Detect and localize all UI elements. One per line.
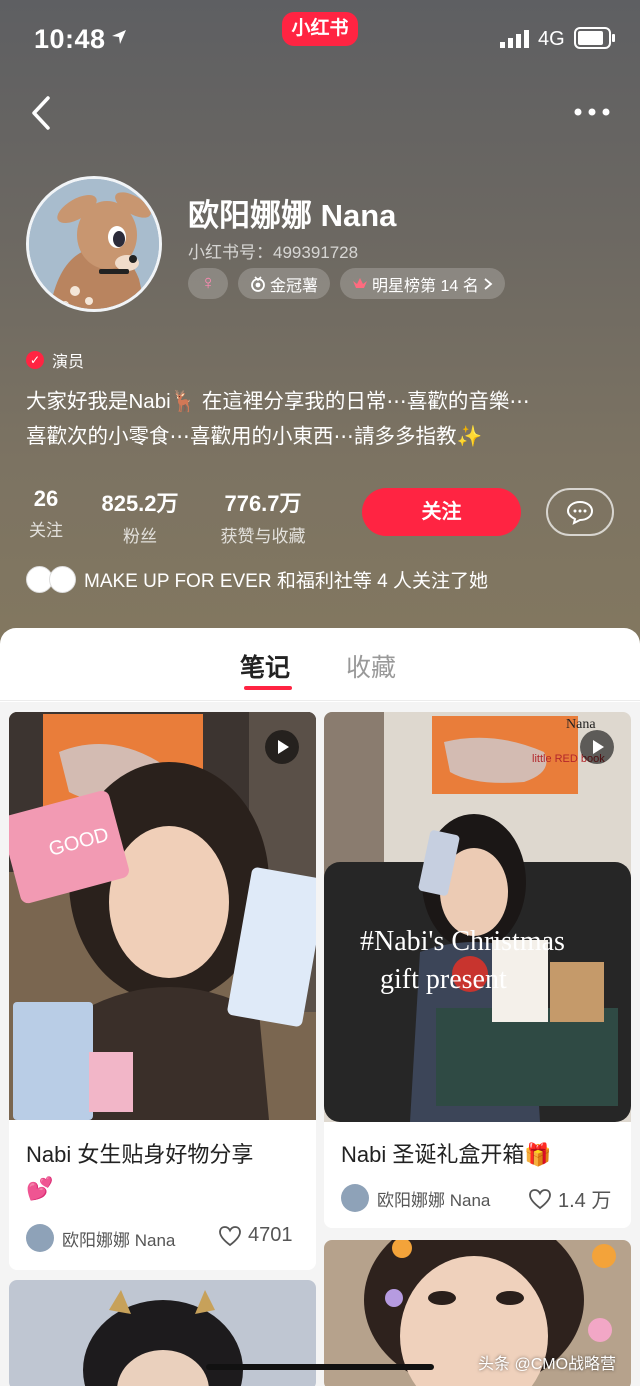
note-likes[interactable]: 4701 xyxy=(218,1224,293,1247)
more-options-icon[interactable] xyxy=(572,104,612,120)
chat-bubble-icon xyxy=(566,500,594,525)
author-name: 欧阳娜娜 Nana xyxy=(377,1190,491,1210)
star-rank-label: 明星榜第 14 名 xyxy=(372,277,479,295)
verified-role: 演员 xyxy=(52,354,85,371)
note-title: Nabi 圣诞礼盒开箱🎁 xyxy=(341,1142,552,1167)
verification-label: ✓ 演员 xyxy=(26,348,84,372)
app-logo-badge: 小红书 xyxy=(282,12,358,46)
cellular-signal-icon xyxy=(500,30,529,48)
note-cover-image: #Nabi's Christmas gift present Nana litt… xyxy=(324,712,631,1122)
fulishe-logo xyxy=(49,566,76,593)
video-play-icon xyxy=(265,730,299,764)
bio-line: 大家好我是Nabi🦌 在這裡分享我的日常⋯喜歡的音樂⋯ xyxy=(26,390,530,413)
author-name: 欧阳娜娜 Nana xyxy=(62,1230,176,1250)
mutual-followers[interactable]: MAKE UP FOR EVER 和福利社等 4 人关注了她 xyxy=(26,566,488,593)
note-cover-image xyxy=(9,1280,316,1386)
note-card[interactable]: GOOD Nabi 女生贴身好物分享 💕 欧阳娜娜 Nana 4701 xyxy=(9,712,316,1270)
likes-stat[interactable]: 776.7万 获赞与收藏 xyxy=(212,486,314,547)
tab-notes[interactable]: 笔记 xyxy=(240,648,290,684)
fans-stat[interactable]: 825.2万 粉丝 xyxy=(92,486,188,547)
profile-tags: ♀ 金冠薯 明星榜第 14 名 xyxy=(188,268,505,299)
profile-header-background xyxy=(0,0,640,660)
profile-name: 欧阳娜娜 Nana xyxy=(188,198,397,233)
author-avatar xyxy=(26,1224,54,1252)
note-cover-caption: gift present xyxy=(380,964,507,995)
follow-button[interactable]: 关注 xyxy=(362,488,521,536)
network-type: 4G xyxy=(538,28,565,50)
note-author[interactable]: 欧阳娜娜 Nana xyxy=(341,1184,490,1212)
note-card[interactable] xyxy=(9,1280,316,1386)
fans-count: 825.2万 xyxy=(101,491,179,516)
note-card[interactable]: #Nabi's Christmas gift present Nana litt… xyxy=(324,712,631,1228)
crown-icon xyxy=(353,277,368,288)
profile-bio: 大家好我是Nabi🦌 在這裡分享我的日常⋯喜歡的音樂⋯ 喜歡次的小零食⋯喜歡用的… xyxy=(26,384,616,454)
bio-line: 喜歡次的小零食⋯喜歡用的小東西⋯請多多指教✨ xyxy=(26,425,483,448)
female-icon: ♀ xyxy=(200,272,216,294)
likes-label: 获赞与收藏 xyxy=(220,527,306,546)
watermark: 头条 @CMO战略营 xyxy=(478,1356,617,1373)
note-cover-image: GOOD xyxy=(9,712,316,1120)
red-id: 小红书号：499391728 xyxy=(188,243,359,262)
home-indicator xyxy=(206,1364,434,1370)
note-title-line: 💕 xyxy=(26,1176,54,1201)
battery-icon xyxy=(574,27,615,49)
profile-avatar[interactable] xyxy=(26,176,162,312)
note-author[interactable]: 欧阳娜娜 Nana xyxy=(26,1224,175,1252)
crown-level-label: 金冠薯 xyxy=(270,277,319,295)
message-button[interactable] xyxy=(546,488,614,536)
star-rank-tag[interactable]: 明星榜第 14 名 xyxy=(340,268,505,299)
likes-count: 1.4 万 xyxy=(558,1190,612,1212)
tab-collections[interactable]: 收藏 xyxy=(346,648,396,684)
chevron-right-icon xyxy=(484,277,493,290)
heart-icon xyxy=(529,1188,551,1209)
likes-count: 4701 xyxy=(248,1224,293,1246)
mutual-logos xyxy=(26,566,76,593)
status-bar: 10:48 小红书 4G xyxy=(0,0,640,80)
crown-level-tag[interactable]: 金冠薯 xyxy=(238,268,331,299)
tab-divider xyxy=(0,700,640,701)
video-play-icon xyxy=(580,730,614,764)
note-title-line: Nabi 女生贴身好物分享 xyxy=(26,1142,254,1167)
following-label: 关注 xyxy=(29,521,63,540)
following-count: 26 xyxy=(33,486,59,511)
active-tab-indicator xyxy=(244,686,292,690)
location-arrow-icon xyxy=(112,30,126,44)
following-stat[interactable]: 26 关注 xyxy=(26,486,66,541)
medal-icon xyxy=(251,275,265,292)
verified-check-icon: ✓ xyxy=(26,351,44,369)
gender-tag: ♀ xyxy=(188,268,228,299)
note-likes[interactable]: 1.4 万 xyxy=(528,1184,611,1213)
fans-label: 粉丝 xyxy=(123,527,157,546)
heart-icon xyxy=(219,1225,241,1246)
note-cover-caption: #Nabi's Christmas xyxy=(360,926,565,957)
mutual-followers-text: MAKE UP FOR EVER 和福利社等 4 人关注了她 xyxy=(84,571,488,592)
likes-count: 776.7万 xyxy=(224,491,302,516)
deer-cartoon-avatar-image xyxy=(29,179,159,309)
author-avatar xyxy=(341,1184,369,1212)
back-chevron-icon[interactable] xyxy=(26,94,56,132)
status-time: 10:48 xyxy=(34,24,106,54)
note-title: Nabi 女生贴身好物分享 💕 xyxy=(26,1138,306,1206)
